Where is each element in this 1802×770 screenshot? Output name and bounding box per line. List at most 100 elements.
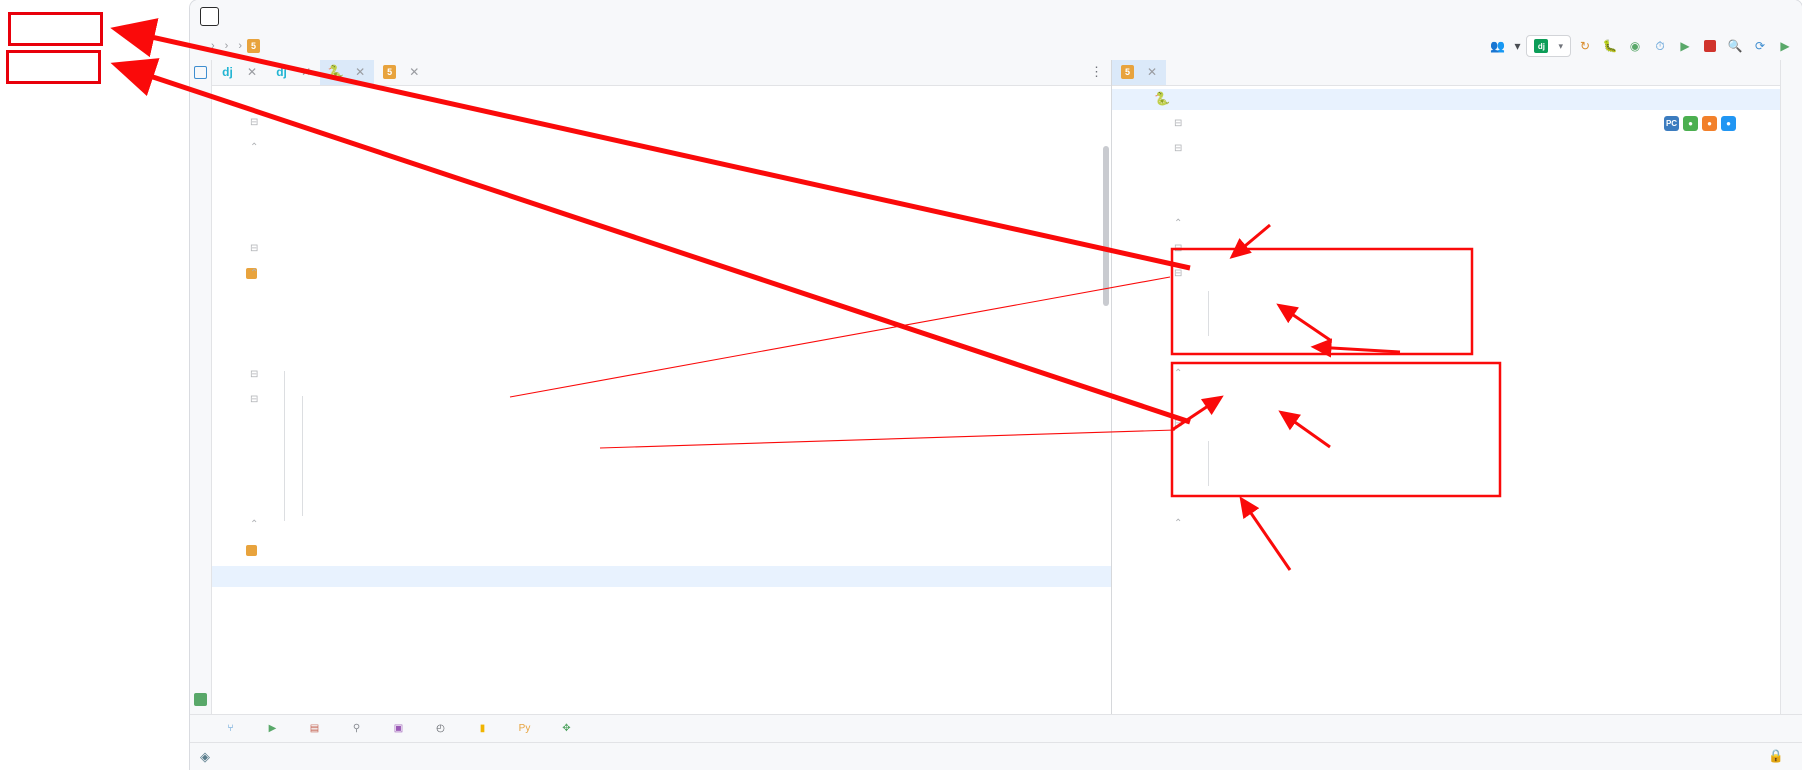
- html5-icon: 5: [247, 39, 261, 53]
- search-icon[interactable]: 🔍: [1724, 35, 1746, 57]
- fold-marker[interactable]: ⌃: [1174, 518, 1182, 529]
- tool-python-packages[interactable]: ▮: [464, 722, 506, 735]
- navigation-bar: › › › 5 👥 ▾ dj ▾ ↻ 🐛 ◉ ⏱ ▶ 🔍 ⟳ ▶: [190, 32, 1802, 60]
- django-icon: dj: [1534, 39, 1549, 53]
- lock-icon[interactable]: 🔒: [1768, 749, 1784, 764]
- scrollbar-thumb[interactable]: [1103, 146, 1109, 306]
- firefox-icon[interactable]: ●: [1702, 116, 1717, 131]
- menu-run[interactable]: [329, 13, 345, 19]
- stop-icon[interactable]: [1699, 35, 1721, 57]
- profile-icon[interactable]: ⏱: [1649, 35, 1671, 57]
- breadcrumb-separator: ›: [224, 40, 229, 52]
- ide-indicator-icon[interactable]: ◈: [200, 749, 210, 765]
- fold-marker[interactable]: ⊟: [1174, 418, 1182, 429]
- fold-marker[interactable]: ⊟: [250, 369, 261, 380]
- close-button[interactable]: [1758, 0, 1802, 32]
- tab-tpl-html[interactable]: 5 ✕: [1112, 60, 1167, 85]
- branch-icon: ⑂: [227, 723, 234, 734]
- editor-tabs-right: 5 ✕: [1112, 60, 1780, 86]
- project-panel-icon[interactable]: [194, 66, 207, 79]
- status-bar: ◈ 🔒: [190, 742, 1802, 770]
- html-gutter-icon[interactable]: [246, 545, 257, 556]
- fold-marker[interactable]: ⌃: [1174, 218, 1182, 229]
- terminal-icon: ▣: [393, 723, 404, 734]
- menu-code[interactable]: [297, 13, 313, 19]
- bug-settings-icon[interactable]: 🐛: [1599, 35, 1621, 57]
- django-template-icon[interactable]: 🐍: [1154, 91, 1170, 107]
- tool-services[interactable]: ✥: [548, 722, 590, 735]
- close-icon[interactable]: ✕: [301, 65, 311, 79]
- update-icon[interactable]: ⟳: [1749, 35, 1771, 57]
- tool-todo[interactable]: ▤: [296, 722, 338, 735]
- ide-body: dj ✕ dj ✕ 🐍 ✕ 5 ✕ ⋮ ⊟ ⌃ ⊟ ⌃ ⊟ ⊟ ⌃ 5 ✕ PC…: [190, 60, 1802, 714]
- run-configuration-selector[interactable]: dj ▾: [1526, 35, 1571, 57]
- tab-overflow-icon[interactable]: ⋮: [1090, 64, 1103, 80]
- run-right-icon[interactable]: ▶: [1774, 35, 1796, 57]
- html5-icon: 5: [383, 64, 397, 79]
- people-icon[interactable]: 👥: [1486, 35, 1508, 57]
- tool-version-control[interactable]: ⑂: [212, 722, 254, 735]
- fold-marker[interactable]: ⊟: [1174, 143, 1182, 154]
- fold-marker[interactable]: ⊟: [250, 394, 261, 405]
- fold-marker[interactable]: ⊟: [1174, 268, 1182, 279]
- run-icon: ▶: [268, 723, 277, 734]
- fold-marker[interactable]: ⌃: [1174, 368, 1182, 379]
- minimize-button[interactable]: [1670, 0, 1714, 32]
- run-icon[interactable]: ▶: [1674, 35, 1696, 57]
- screenshot-root: › › › 5 👥 ▾ dj ▾ ↻ 🐛 ◉ ⏱ ▶ 🔍 ⟳ ▶ dj ✕ dj…: [0, 0, 1802, 770]
- status-right: 🔒: [1688, 749, 1792, 764]
- tool-terminal[interactable]: ▣: [380, 722, 422, 735]
- edge-icon[interactable]: ●: [1721, 116, 1736, 131]
- close-icon[interactable]: ✕: [247, 65, 257, 79]
- menu-vcs[interactable]: [361, 13, 377, 19]
- chevron-down-icon[interactable]: ▾: [1511, 35, 1523, 57]
- code-editor-tpl-html[interactable]: PC ● ● ● 🐍 ⊟ ⊟ ⌃ ⊟ ⊟ ⌃ ⊟ ⌃: [1112, 86, 1780, 714]
- right-tool-strip: [1780, 60, 1802, 714]
- tool-problems[interactable]: ⚲: [338, 722, 380, 735]
- menu-file[interactable]: [233, 13, 249, 19]
- pycharm-preview-icon[interactable]: PC: [1664, 116, 1679, 131]
- chrome-icon[interactable]: ●: [1683, 116, 1698, 131]
- tab-views-py[interactable]: 🐍 ✕: [320, 60, 375, 85]
- menu-navigate[interactable]: [281, 13, 297, 19]
- tool-statistic[interactable]: ◴: [422, 722, 464, 735]
- python-console-icon: Py: [518, 723, 531, 734]
- menu-bar: [190, 0, 1802, 32]
- tab-register-html[interactable]: 5 ✕: [374, 60, 428, 85]
- menu-tools[interactable]: [345, 13, 361, 19]
- fold-marker[interactable]: ⌃: [250, 519, 261, 530]
- maximize-button[interactable]: [1714, 0, 1758, 32]
- editor-tabs-left: dj ✕ dj ✕ 🐍 ✕ 5 ✕ ⋮: [212, 60, 1111, 86]
- menu-view[interactable]: [265, 13, 281, 19]
- annotation-box-2: [6, 50, 101, 84]
- menu-window[interactable]: [377, 13, 393, 19]
- close-icon[interactable]: ✕: [355, 65, 365, 79]
- tab-settings-py[interactable]: dj ✕: [212, 60, 266, 85]
- fold-marker[interactable]: ⊟: [250, 117, 261, 128]
- fold-marker[interactable]: ⊟: [250, 243, 261, 254]
- menu-help[interactable]: [393, 13, 409, 19]
- fold-marker[interactable]: ⊟: [1174, 118, 1182, 129]
- menu-edit[interactable]: [249, 13, 265, 19]
- reload-icon[interactable]: ↻: [1574, 35, 1596, 57]
- tool-python-console[interactable]: Py: [506, 722, 548, 735]
- close-icon[interactable]: ✕: [1147, 65, 1157, 79]
- menu-refactor[interactable]: [313, 13, 329, 19]
- fold-marker[interactable]: ⌃: [250, 268, 261, 279]
- editor-pane-left: dj ✕ dj ✕ 🐍 ✕ 5 ✕ ⋮ ⊟ ⌃ ⊟ ⌃ ⊟ ⊟ ⌃: [212, 60, 1112, 714]
- code-editor-views-py[interactable]: ⊟ ⌃ ⊟ ⌃ ⊟ ⊟ ⌃: [212, 86, 1111, 714]
- close-icon[interactable]: ✕: [409, 65, 419, 79]
- breadcrumb-tplhtml[interactable]: 5: [243, 39, 268, 53]
- breadcrumb-separator: ›: [211, 40, 215, 52]
- commit-icon[interactable]: [194, 693, 207, 706]
- indent-guide: [1208, 291, 1209, 336]
- todo-icon: ▤: [309, 723, 320, 734]
- fold-marker[interactable]: ⊟: [1174, 243, 1182, 254]
- fold-marker[interactable]: ⌃: [250, 142, 261, 153]
- packages-icon: ▮: [479, 723, 486, 734]
- editor-pane-right: 5 ✕ PC ● ● ● 🐍 ⊟ ⊟ ⌃ ⊟ ⊟ ⌃ ⊟ ⌃: [1112, 60, 1780, 714]
- tool-run[interactable]: ▶: [254, 722, 296, 735]
- tab-urls-py[interactable]: dj ✕: [266, 60, 320, 85]
- coverage-icon[interactable]: ◉: [1624, 35, 1646, 57]
- django-icon: dj: [276, 64, 287, 79]
